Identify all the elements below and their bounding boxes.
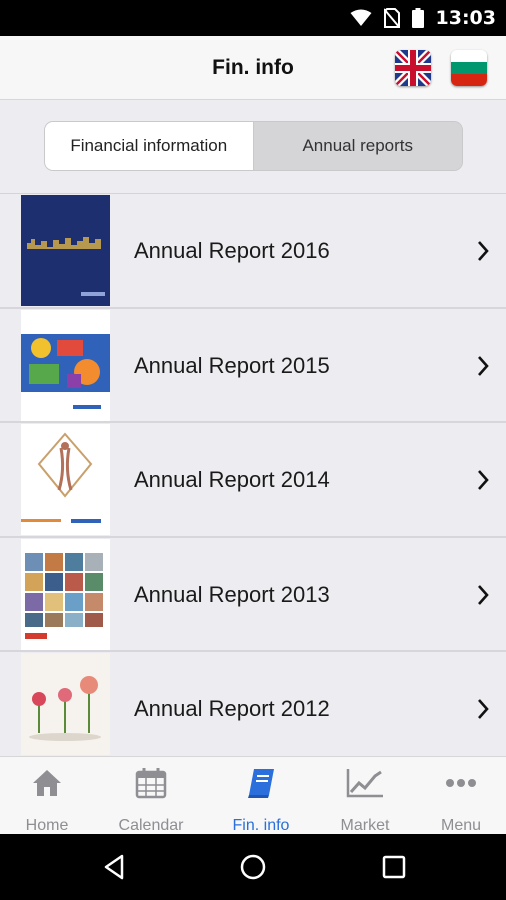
report-row-2015[interactable]: Annual Report 2015	[0, 308, 506, 423]
report-cover-2015	[21, 309, 110, 421]
app-bar: Fin. info	[0, 36, 506, 100]
tab-financial-information[interactable]: Financial information	[45, 122, 254, 170]
home-icon	[33, 770, 61, 796]
tab-annual-reports[interactable]: Annual reports	[253, 122, 462, 170]
chevron-right-icon	[478, 699, 489, 719]
bottom-tab-bar: Home Calendar Fin. info Market Menu	[0, 756, 506, 834]
tab-label: Calendar	[118, 817, 184, 834]
report-cover-2012	[21, 653, 110, 755]
back-icon[interactable]	[100, 853, 128, 881]
book-icon	[248, 769, 274, 798]
tab-label: Fin. info	[232, 817, 290, 834]
chevron-right-icon	[478, 355, 489, 376]
status-icons: 13:03	[350, 0, 496, 36]
tab-home[interactable]: Home	[0, 757, 94, 835]
calendar-icon	[135, 768, 167, 799]
report-title: Annual Report 2014	[134, 467, 330, 492]
tab-menu[interactable]: Menu	[414, 757, 506, 835]
no-sim-icon	[383, 8, 400, 28]
report-row-2014[interactable]: Annual Report 2014	[0, 423, 506, 538]
report-row-2016[interactable]: Annual Report 2016	[0, 194, 506, 309]
report-row-2012[interactable]: Annual Report 2012	[0, 652, 506, 755]
tab-market[interactable]: Market	[318, 757, 412, 835]
battery-icon	[411, 8, 424, 28]
status-time: 13:03	[435, 7, 496, 29]
tab-label: Market	[340, 817, 390, 834]
segmented-control: Financial information Annual reports	[44, 121, 463, 171]
uk-flag-icon[interactable]	[395, 50, 431, 86]
chevron-right-icon	[478, 241, 489, 261]
report-cover-2014	[21, 424, 110, 535]
report-title: Annual Report 2016	[134, 238, 330, 263]
status-bar: 13:03	[0, 0, 506, 36]
navigation-bar	[0, 834, 506, 900]
report-cover-2016	[21, 195, 110, 306]
report-row-2013[interactable]: Annual Report 2013	[0, 537, 506, 652]
chevron-right-icon	[478, 584, 489, 605]
tab-calendar[interactable]: Calendar	[104, 757, 198, 835]
report-cover-2013	[21, 538, 110, 650]
chart-icon	[346, 769, 383, 798]
tab-fin-info[interactable]: Fin. info	[214, 757, 308, 835]
chevron-right-icon	[478, 470, 489, 490]
more-icon	[446, 779, 476, 787]
tab-label: Home	[25, 817, 69, 834]
bulgaria-flag-icon[interactable]	[451, 50, 487, 86]
recents-icon[interactable]	[381, 854, 407, 880]
home-circle-icon[interactable]	[239, 853, 267, 881]
tab-label: Menu	[440, 817, 482, 834]
report-title: Annual Report 2013	[134, 581, 330, 607]
report-title: Annual Report 2012	[134, 696, 330, 721]
annual-reports-list: Annual Report 2016 Annual Report 2015 An…	[0, 193, 506, 755]
wifi-icon	[350, 9, 372, 26]
report-title: Annual Report 2015	[134, 352, 330, 378]
